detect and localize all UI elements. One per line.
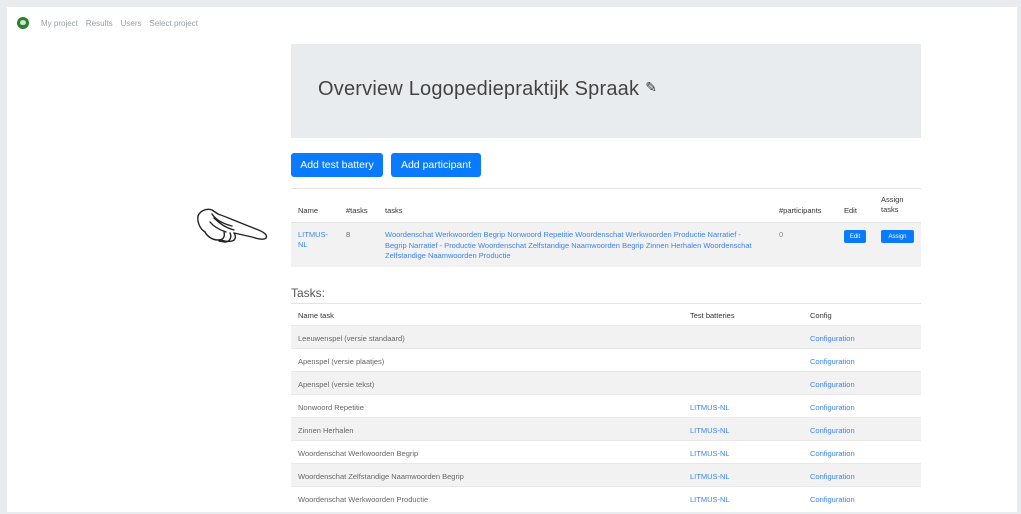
table-row: Apenspel (versie tekst) Configuration	[291, 371, 921, 395]
task-battery-link[interactable]: LITMUS-NL	[690, 495, 730, 504]
task-battery-link[interactable]: LITMUS-NL	[690, 449, 730, 458]
table-row: Woordenschat Werkwoorden Begrip LITMUS-N…	[291, 440, 921, 464]
table-row: Nonwoord Repetitie LITMUS-NL Configurati…	[291, 394, 921, 418]
configuration-link[interactable]: Configuration	[810, 380, 855, 389]
task-battery-link[interactable]: LITMUS-NL	[690, 403, 730, 412]
configuration-link[interactable]: Configuration	[810, 357, 855, 366]
col-tasks: tasks	[385, 206, 403, 215]
app-logo-icon[interactable]	[17, 17, 29, 29]
col-test-batteries: Test batteries	[690, 311, 735, 320]
task-name: Zinnen Herhalen	[298, 426, 354, 435]
task-name: Apenspel (versie tekst)	[298, 380, 375, 389]
task-name: Woordenschat Werkwoorden Productie	[298, 495, 429, 504]
col-edit: Edit	[844, 206, 857, 215]
page-title: Overview Logopediepraktijk Spraak	[318, 78, 640, 100]
add-participant-button[interactable]: Add participant	[391, 153, 481, 177]
col-name-task: Name task	[298, 311, 334, 320]
task-battery-link[interactable]: LITMUS-NL	[690, 472, 730, 481]
top-nav: My project Results Users Select project	[17, 16, 206, 30]
table-row: Leeuwenspel (versie standaard) Configura…	[291, 325, 921, 349]
nav-my-project[interactable]: My project	[41, 19, 78, 28]
configuration-link[interactable]: Configuration	[810, 334, 855, 343]
assign-tasks-button[interactable]: Assign	[881, 230, 914, 243]
table-header: Name task Test batteries Config	[291, 303, 921, 327]
col-config: Config	[810, 311, 832, 320]
col-name: Name	[298, 206, 319, 215]
nav-select-project[interactable]: Select project	[149, 19, 197, 28]
battery-name-link[interactable]: LITMUS-NL	[298, 230, 328, 250]
task-name: Leeuwenspel (versie standaard)	[298, 334, 405, 343]
edit-battery-button[interactable]: Edit	[844, 230, 866, 243]
table-header: Name #tasks tasks #participants Edit Ass…	[291, 188, 921, 223]
page: My project Results Users Select project …	[7, 7, 1017, 512]
task-name: Woordenschat Zelfstandige Naamwoorden Be…	[298, 472, 464, 481]
col-task-count: #tasks	[346, 206, 368, 215]
pointing-hand-icon	[197, 208, 268, 243]
col-participants: #participants	[779, 206, 822, 215]
battery-participant-count: 0	[779, 230, 784, 239]
nav-results[interactable]: Results	[86, 19, 113, 28]
task-name: Nonwoord Repetitie	[298, 403, 364, 412]
col-assign-tasks: Assign tasks	[881, 195, 904, 214]
table-row: Woordenschat Werkwoorden Productie LITMU…	[291, 486, 921, 510]
nav-users[interactable]: Users	[121, 19, 142, 28]
table-row: LITMUS-NL 8 Woordenschat Werkwoorden Beg…	[291, 222, 921, 267]
add-test-battery-button[interactable]: Add test battery	[291, 153, 383, 177]
battery-task-count: 8	[346, 230, 351, 239]
configuration-link[interactable]: Configuration	[810, 449, 855, 458]
task-name: Woordenschat Werkwoorden Begrip	[298, 449, 419, 458]
tasks-heading: Tasks:	[291, 286, 326, 300]
table-row: Woordenschat Zelfstandige Naamwoorden Be…	[291, 463, 921, 487]
table-row: Zinnen Herhalen LITMUS-NL Configuration	[291, 417, 921, 441]
task-name: Apenspel (versie plaatjes)	[298, 357, 385, 366]
configuration-link[interactable]: Configuration	[810, 403, 855, 412]
table-row: Apenspel (versie plaatjes) Configuration	[291, 348, 921, 372]
task-battery-link[interactable]: LITMUS-NL	[690, 426, 730, 435]
battery-task-list: Woordenschat Werkwoorden Begrip Nonwoord…	[385, 230, 752, 260]
configuration-link[interactable]: Configuration	[810, 495, 855, 504]
pencil-icon[interactable]: ✎	[645, 79, 657, 96]
configuration-link[interactable]: Configuration	[810, 426, 855, 435]
project-header: Overview Logopediepraktijk Spraak ✎	[291, 44, 921, 138]
configuration-link[interactable]: Configuration	[810, 472, 855, 481]
